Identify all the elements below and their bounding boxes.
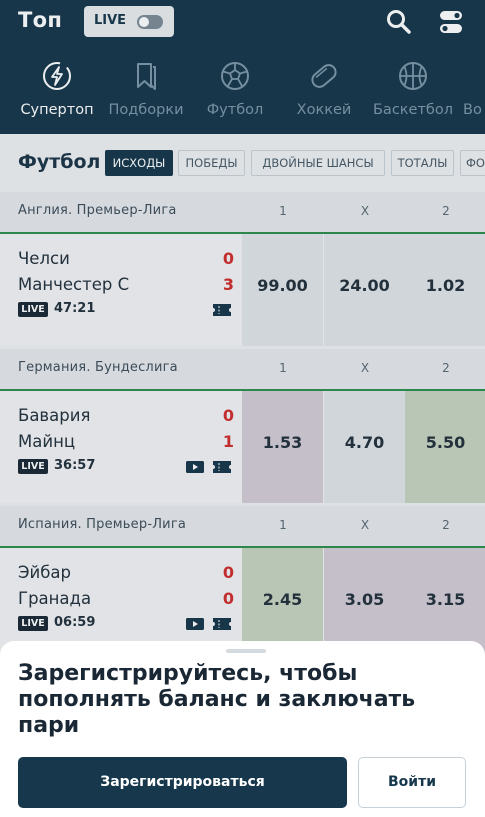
live-badge: LIVE (18, 616, 48, 631)
ticket-icon (213, 461, 231, 473)
tab-collections[interactable]: Подборки (106, 55, 186, 127)
toggle-knob (139, 17, 149, 27)
live-badge: LIVE (18, 459, 48, 474)
column-label-1: 1 (279, 204, 287, 218)
filter-more[interactable]: ФО (460, 150, 485, 176)
score-home: 0 (222, 563, 234, 582)
toggle-switch[interactable] (137, 15, 163, 29)
league-name: Испания. Премьер-Лига (18, 517, 187, 532)
column-label-2: 2 (442, 204, 450, 218)
register-sheet: Зарегистрируйтесь, чтобы пополнять балан… (0, 641, 485, 817)
soccer-ball-icon (221, 62, 249, 90)
live-toggle[interactable]: LIVE (84, 6, 174, 37)
team-away: Гранада (18, 589, 92, 608)
hockey-puck-icon (311, 64, 337, 88)
odd-value: 2.45 (262, 590, 303, 609)
team-away: Майнц (18, 432, 76, 451)
search-button[interactable] (385, 8, 413, 36)
live-toggle-label: LIVE (94, 13, 127, 28)
register-button[interactable]: Зарегистрироваться (18, 757, 347, 808)
top-bar: Топ LIVE (0, 0, 485, 44)
tab-label: Футбол (206, 102, 264, 118)
match-time: 06:59 (54, 615, 96, 630)
tab-label: Баскетбол (372, 102, 453, 118)
tab-basketball[interactable]: Баскетбол (370, 55, 456, 127)
score-away: 0 (222, 589, 234, 608)
page-title: Топ (18, 8, 63, 32)
team-away: Манчестер С (18, 275, 130, 294)
filter-outcomes[interactable]: ИСХОДЫ (105, 150, 173, 176)
column-label-x: X (360, 518, 370, 532)
tab-football[interactable]: Футбол (197, 55, 273, 127)
column-label-x: X (360, 361, 370, 375)
odd-value: 5.50 (425, 433, 466, 452)
tab-label: Во (463, 102, 482, 118)
tab-label: Супертоп (20, 102, 94, 118)
category-tabs: Супертоп Подборки Футбол Хоккей Баскетбо… (0, 55, 485, 127)
video-icon (186, 461, 204, 473)
tab-more[interactable]: Во (463, 55, 485, 127)
odd-value: 3.15 (425, 590, 466, 609)
league-name: Англия. Премьер-Лига (18, 203, 177, 218)
odd-home[interactable]: 1.53 (242, 391, 323, 503)
search-icon (387, 10, 411, 34)
league-header: Германия. Бундеслига 1 X 2 (0, 349, 485, 391)
column-label-1: 1 (279, 518, 287, 532)
sheet-drag-handle[interactable] (226, 649, 266, 653)
app-header: Топ LIVE Супертоп Подборки Футбол Хоккей… (0, 0, 485, 134)
bookmark-icon (137, 63, 156, 90)
tab-label: Подборки (108, 102, 184, 118)
team-home: Бавария (18, 406, 91, 425)
tab-supertop[interactable]: Супертоп (18, 55, 96, 127)
odd-away[interactable]: 1.02 (405, 234, 485, 346)
odd-home[interactable]: 99.00 (242, 234, 323, 346)
sheet-title: Зарегистрируйтесь, чтобы пополнять балан… (18, 661, 416, 738)
odd-away[interactable]: 5.50 (405, 391, 485, 503)
league-header: Испания. Премьер-Лига 1 X 2 (0, 506, 485, 548)
match-row[interactable]: Бавария Майнц 0 1 LIVE 36:57 1.53 4.70 5… (0, 391, 485, 503)
odd-value: 99.00 (257, 276, 308, 295)
settings-button[interactable] (437, 8, 465, 36)
score-home: 0 (222, 249, 234, 268)
basketball-icon (399, 62, 427, 90)
filter-totals[interactable]: ТОТАЛЫ (391, 150, 454, 176)
league-name: Германия. Бундеслига (18, 360, 178, 375)
ticket-icon (213, 618, 231, 630)
column-label-1: 1 (279, 361, 287, 375)
column-label-2: 2 (442, 361, 450, 375)
odd-draw[interactable]: 4.70 (324, 391, 405, 503)
ticket-icon (213, 304, 231, 316)
odd-value: 1.53 (262, 433, 303, 452)
odd-draw[interactable]: 24.00 (324, 234, 405, 346)
match-time: 47:21 (54, 301, 96, 316)
odd-value: 3.05 (344, 590, 385, 609)
tab-hockey[interactable]: Хоккей (289, 55, 359, 127)
score-away: 1 (222, 432, 234, 451)
column-label-x: X (360, 204, 370, 218)
login-button[interactable]: Войти (358, 757, 466, 808)
odd-value: 1.02 (425, 276, 466, 295)
team-home: Челси (18, 249, 70, 268)
match-row[interactable]: Челси Манчестер С 0 3 LIVE 47:21 99.00 2… (0, 234, 485, 346)
team-home: Эйбар (18, 563, 72, 582)
live-badge: LIVE (18, 302, 48, 317)
video-icon (186, 618, 204, 630)
score-away: 3 (222, 275, 234, 294)
league-header: Англия. Премьер-Лига 1 X 2 (0, 192, 485, 234)
tab-label: Хоккей (296, 102, 352, 118)
bolt-icon (43, 62, 71, 90)
match-time: 36:57 (54, 458, 96, 473)
settings-toggles-icon (440, 11, 462, 33)
odd-value: 4.70 (344, 433, 385, 452)
filter-double-chance[interactable]: ДВОЙНЫЕ ШАНСЫ (251, 150, 385, 176)
odd-value: 24.00 (339, 276, 390, 295)
column-label-2: 2 (442, 518, 450, 532)
filter-wins[interactable]: ПОБЕДЫ (178, 150, 245, 176)
score-home: 0 (222, 406, 234, 425)
section-title: Футбол (18, 151, 101, 173)
filter-row: Футбол ИСХОДЫ ПОБЕДЫ ДВОЙНЫЕ ШАНСЫ ТОТАЛ… (0, 134, 485, 192)
